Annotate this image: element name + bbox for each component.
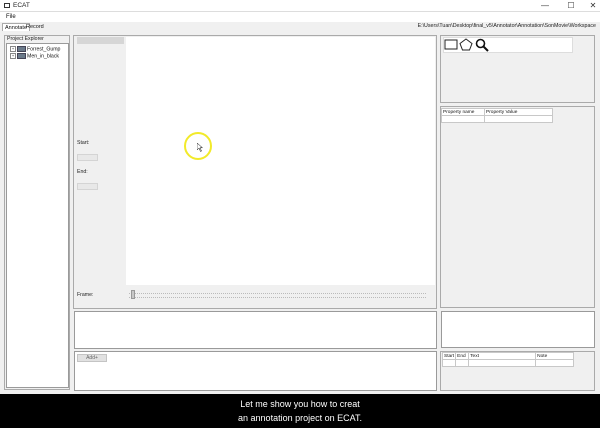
- minimize-button[interactable]: —: [538, 1, 552, 11]
- close-button[interactable]: ✕: [586, 1, 600, 11]
- note-panel[interactable]: [441, 311, 595, 348]
- app-icon: [4, 3, 10, 8]
- video-canvas[interactable]: [126, 37, 435, 285]
- rectangle-icon[interactable]: [444, 39, 458, 50]
- start-label: Start:: [77, 140, 90, 146]
- description-panel[interactable]: [74, 311, 437, 349]
- annotation-table[interactable]: Start End Text Note: [441, 352, 574, 367]
- tree-item-label: Forrest_Gump: [27, 46, 61, 53]
- workspace-path: E:\Users\Tuan\Desktop\final_v5\Annotator…: [417, 23, 596, 29]
- frame-label: Frame:: [77, 292, 94, 298]
- table-row[interactable]: [441, 115, 553, 123]
- start-field[interactable]: [77, 154, 98, 161]
- folder-icon: [17, 53, 26, 59]
- tree-item-forrest-gump[interactable]: + Forrest_Gump: [10, 46, 60, 52]
- annotation-add-panel: [74, 351, 437, 391]
- tree-item-label: Men_in_black: [27, 53, 60, 60]
- table-row[interactable]: [441, 359, 574, 367]
- column-header-start[interactable]: Start: [441, 352, 457, 360]
- polygon-icon[interactable]: [459, 38, 473, 51]
- mouse-pointer-icon: [197, 143, 203, 152]
- column-header-text[interactable]: Text: [468, 352, 537, 360]
- frame-slider-handle[interactable]: [131, 290, 135, 299]
- column-header-property-value[interactable]: Property Value: [484, 108, 553, 116]
- properties-panel: [440, 106, 595, 308]
- tab-record[interactable]: Record: [24, 23, 46, 31]
- menu-bar: [0, 12, 600, 22]
- column-header-end[interactable]: End: [455, 352, 470, 360]
- zoom-icon[interactable]: [475, 38, 489, 52]
- project-explorer-title: Project Explorer: [7, 36, 44, 42]
- end-label: End:: [77, 169, 88, 175]
- maximize-button[interactable]: ☐: [564, 1, 578, 11]
- expand-icon[interactable]: +: [10, 46, 16, 52]
- window-title: ECAT: [13, 2, 30, 9]
- title-bar: [0, 0, 600, 12]
- menu-file[interactable]: File: [6, 14, 16, 20]
- subtitle-line-2: an annotation project on ECAT.: [238, 413, 362, 423]
- folder-icon: [17, 46, 26, 52]
- video-subtitle: Let me show you how to creat an annotati…: [0, 394, 600, 428]
- frame-slider-track[interactable]: [129, 293, 426, 298]
- end-field[interactable]: [77, 183, 98, 190]
- expand-icon[interactable]: +: [10, 53, 16, 59]
- column-header-note[interactable]: Note: [535, 352, 574, 360]
- add-button[interactable]: Add+: [77, 354, 107, 362]
- tree-item-men-in-black[interactable]: + Men_in_black: [10, 53, 59, 59]
- column-header-property-name[interactable]: Property name: [441, 108, 485, 116]
- subtitle-line-1: Let me show you how to creat: [240, 399, 360, 409]
- video-toolbar-strip: [77, 37, 124, 44]
- properties-grid[interactable]: Property name Property Value: [441, 108, 553, 123]
- project-tree[interactable]: [6, 43, 69, 388]
